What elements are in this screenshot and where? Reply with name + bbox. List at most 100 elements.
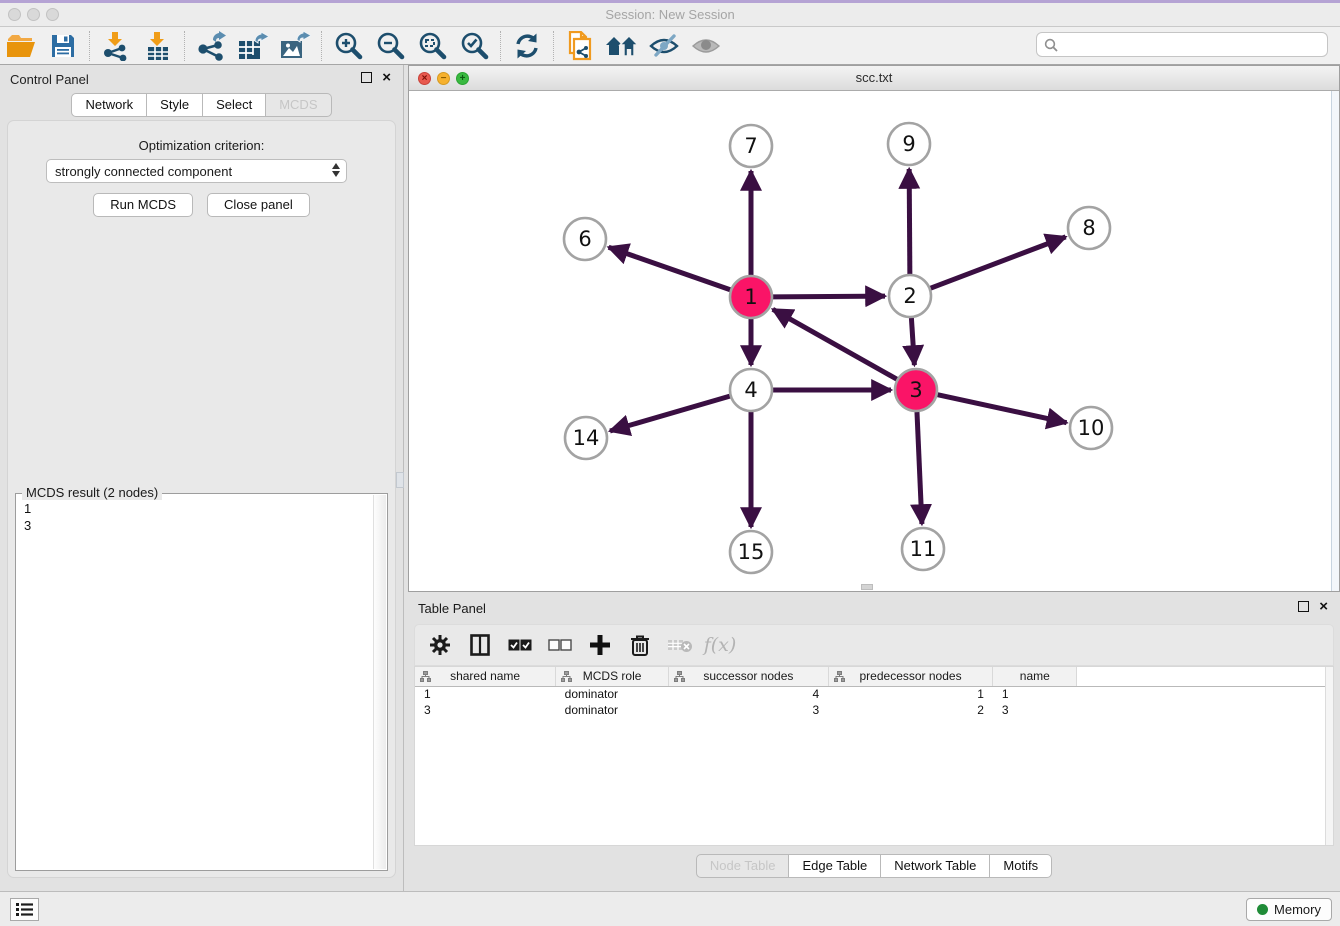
cell-name[interactable]: 3 (993, 702, 1077, 718)
delete-column-icon[interactable] (667, 632, 693, 658)
column-header-predecessor-nodes[interactable]: predecessor nodes (828, 667, 993, 686)
zoom-out-icon[interactable] (370, 29, 410, 63)
optimization-criterion-label: Optimization criterion: (8, 138, 395, 153)
graph-node-3[interactable]: 3 (895, 369, 937, 411)
graph-node-15[interactable]: 15 (730, 531, 772, 573)
node-table: shared nameMCDS rolesuccessor nodesprede… (414, 666, 1334, 846)
cell-shared-name[interactable]: 3 (415, 702, 556, 718)
table-tab-motifs[interactable]: Motifs (990, 854, 1052, 878)
network-window-titlebar[interactable]: × − + scc.txt (409, 66, 1339, 91)
open-session-icon[interactable] (1, 29, 41, 63)
graph-edge-3-1[interactable] (773, 309, 897, 379)
close-panel-button[interactable]: Close panel (207, 193, 310, 217)
tab-network[interactable]: Network (71, 93, 147, 117)
search-field[interactable] (1036, 32, 1328, 57)
refresh-layout-icon[interactable] (507, 29, 547, 63)
graph-node-11[interactable]: 11 (902, 528, 944, 570)
graph-edge-1-6[interactable] (609, 247, 731, 289)
main-toolbar (0, 27, 1340, 65)
table-row[interactable]: 3dominator323 (415, 702, 1333, 718)
graph-node-8[interactable]: 8 (1068, 207, 1110, 249)
graph-node-10[interactable]: 10 (1070, 407, 1112, 449)
table-tab-edge-table[interactable]: Edge Table (789, 854, 881, 878)
network-horizontal-scrollbar[interactable] (861, 584, 873, 590)
graph-edge-4-14[interactable] (610, 396, 730, 431)
table-settings-icon[interactable] (427, 632, 453, 658)
graph-edge-3-10[interactable] (937, 395, 1066, 423)
graph-node-7[interactable]: 7 (730, 125, 772, 167)
graph-node-2[interactable]: 2 (889, 275, 931, 317)
graph-node-1[interactable]: 1 (730, 276, 772, 318)
network-title: scc.txt (409, 70, 1339, 85)
toolbar-separator (321, 31, 322, 61)
search-input[interactable] (1063, 37, 1327, 52)
network-canvas[interactable]: 7 9 6 8 1 2 4 3 14 10 15 11 (409, 91, 1331, 591)
memory-label: Memory (1274, 902, 1321, 917)
memory-button[interactable]: Memory (1246, 898, 1332, 921)
result-scrollbar[interactable] (373, 495, 386, 869)
tab-mcds[interactable]: MCDS (266, 93, 331, 117)
select-all-icon[interactable] (507, 632, 533, 658)
control-panel-tabs: NetworkStyleSelectMCDS (0, 93, 403, 117)
export-image-icon[interactable] (275, 29, 315, 63)
cell-MCDS-role[interactable]: dominator (556, 686, 669, 702)
import-table-icon[interactable] (138, 29, 178, 63)
table-tab-network-table[interactable]: Network Table (881, 854, 990, 878)
network-vertical-scrollbar[interactable] (1331, 91, 1339, 591)
column-editor-icon[interactable] (467, 632, 493, 658)
zoom-in-icon[interactable] (328, 29, 368, 63)
mcds-result-list[interactable]: 1 3 (20, 500, 369, 866)
delete-row-icon[interactable] (627, 632, 653, 658)
import-network-icon[interactable] (96, 29, 136, 63)
graph-edge-2-3[interactable] (911, 318, 914, 365)
cell-name[interactable]: 1 (993, 686, 1077, 702)
export-network-icon[interactable] (191, 29, 231, 63)
close-table-panel-icon[interactable]: × (1319, 601, 1328, 612)
run-mcds-button[interactable]: Run MCDS (93, 193, 193, 217)
column-header-name[interactable]: name (993, 667, 1077, 686)
first-neighbors-icon[interactable] (602, 29, 642, 63)
graph-edge-1-2[interactable] (773, 296, 885, 297)
cell-successor-nodes[interactable]: 4 (669, 686, 829, 702)
graph-edge-3-11[interactable] (917, 412, 922, 524)
float-panel-icon[interactable] (361, 72, 372, 83)
cell-MCDS-role[interactable]: dominator (556, 702, 669, 718)
show-all-icon[interactable] (686, 29, 726, 63)
close-panel-icon[interactable]: × (382, 72, 391, 83)
criterion-dropdown[interactable]: strongly connected component (46, 159, 347, 183)
tab-style[interactable]: Style (147, 93, 203, 117)
graph-edge-2-9[interactable] (909, 169, 910, 274)
network-view-window: × − + scc.txt 7 9 6 8 1 2 4 3 14 10 15 11 (408, 65, 1340, 592)
column-header-MCDS-role[interactable]: MCDS role (556, 667, 669, 686)
dropdown-stepper-icon (332, 163, 340, 177)
export-table-icon[interactable] (233, 29, 273, 63)
hide-selected-icon[interactable] (644, 29, 684, 63)
graph-edge-2-8[interactable] (931, 237, 1066, 288)
table-row[interactable]: 1dominator411 (415, 686, 1333, 702)
panel-splitter-handle[interactable] (396, 472, 404, 488)
clone-network-icon[interactable] (560, 29, 600, 63)
save-session-icon[interactable] (43, 29, 83, 63)
table-tab-node-table[interactable]: Node Table (696, 854, 790, 878)
cell-predecessor-nodes[interactable]: 1 (828, 686, 993, 702)
add-row-icon[interactable] (587, 632, 613, 658)
cell-successor-nodes[interactable]: 3 (669, 702, 829, 718)
cell-predecessor-nodes[interactable]: 2 (828, 702, 993, 718)
table-scrollbar[interactable] (1325, 667, 1333, 845)
column-header-shared-name[interactable]: shared name (415, 667, 556, 686)
zoom-fit-icon[interactable] (412, 29, 452, 63)
table-panel: Table Panel × (408, 596, 1340, 888)
task-history-button[interactable] (10, 898, 39, 921)
graph-node-4[interactable]: 4 (730, 369, 772, 411)
graph-node-14[interactable]: 14 (565, 417, 607, 459)
tab-select[interactable]: Select (203, 93, 266, 117)
graph-node-9[interactable]: 9 (888, 123, 930, 165)
graph-node-6[interactable]: 6 (564, 218, 606, 260)
float-table-panel-icon[interactable] (1298, 601, 1309, 612)
unselect-all-icon[interactable] (547, 632, 573, 658)
function-builder-icon[interactable]: f(x) (707, 632, 733, 658)
svg-text:9: 9 (902, 132, 915, 156)
column-header-successor-nodes[interactable]: successor nodes (669, 667, 829, 686)
cell-shared-name[interactable]: 1 (415, 686, 556, 702)
zoom-selected-icon[interactable] (454, 29, 494, 63)
